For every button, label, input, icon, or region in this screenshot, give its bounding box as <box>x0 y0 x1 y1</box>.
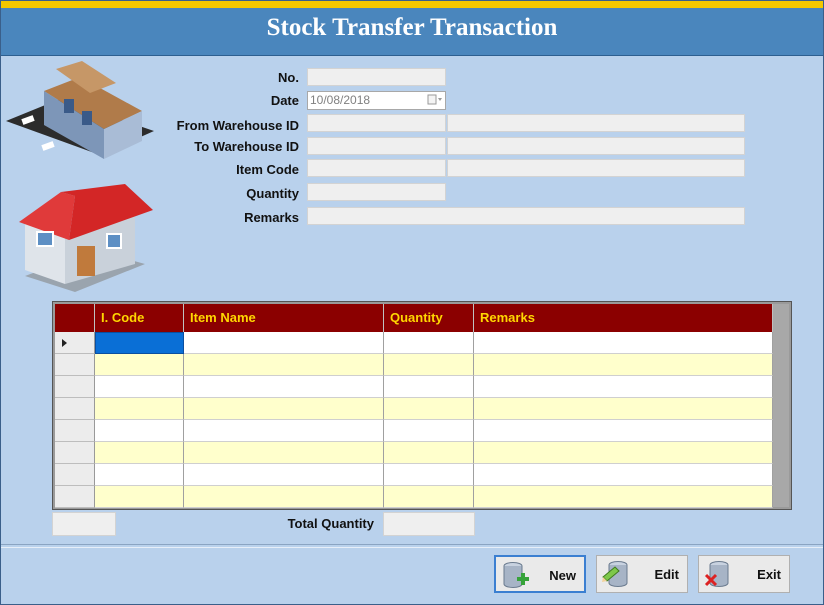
item-code-field[interactable] <box>307 159 446 177</box>
grid-cell[interactable] <box>184 354 384 376</box>
grid-cell[interactable] <box>184 398 384 420</box>
grid-cell[interactable] <box>384 332 474 354</box>
grid-cell[interactable] <box>95 332 184 354</box>
item-name-field[interactable] <box>447 159 745 177</box>
date-picker[interactable]: 10/08/2018 <box>307 91 446 110</box>
col-header-remarks[interactable]: Remarks <box>474 304 773 332</box>
window-title: Stock Transfer Transaction <box>266 14 558 41</box>
quantity-field[interactable] <box>307 183 446 201</box>
row-header[interactable] <box>55 376 95 398</box>
to-warehouse-label: To Warehouse ID <box>194 139 299 154</box>
title-bar: Stock Transfer Transaction <box>1 8 823 56</box>
database-add-icon <box>503 562 529 588</box>
grid-cell[interactable] <box>184 420 384 442</box>
item-code-label: Item Code <box>236 162 299 177</box>
row-header[interactable] <box>55 354 95 376</box>
from-warehouse-id-field[interactable] <box>307 114 446 132</box>
window: Stock Transfer Transaction No. Date From… <box>0 0 824 605</box>
grid-cell[interactable] <box>474 486 773 508</box>
grid-cell[interactable] <box>184 332 384 354</box>
grid-cell[interactable] <box>474 332 773 354</box>
grid-cell[interactable] <box>474 376 773 398</box>
grid-cell[interactable] <box>95 354 184 376</box>
edit-button-label: Edit <box>654 567 679 582</box>
edit-button[interactable]: Edit <box>596 555 688 593</box>
row-count-box <box>52 512 116 536</box>
no-label: No. <box>278 70 299 85</box>
exit-button-label: Exit <box>757 567 781 582</box>
from-warehouse-label: From Warehouse ID <box>176 118 299 133</box>
total-quantity-field <box>383 512 475 536</box>
no-field[interactable] <box>307 68 446 86</box>
to-warehouse-id-field[interactable] <box>307 137 446 155</box>
from-warehouse-name-field[interactable] <box>447 114 745 132</box>
warehouse-icon <box>6 61 154 159</box>
grid-cell[interactable] <box>474 442 773 464</box>
calendar-dropdown-icon[interactable] <box>427 94 443 106</box>
date-label: Date <box>270 93 299 108</box>
grid-cell[interactable] <box>95 486 184 508</box>
separator <box>1 544 823 548</box>
new-button-label: New <box>549 568 576 583</box>
grid-cell[interactable] <box>95 442 184 464</box>
grid-cell[interactable] <box>474 420 773 442</box>
row-header[interactable] <box>55 464 95 486</box>
row-header[interactable] <box>55 398 95 420</box>
col-header-icode[interactable]: I. Code <box>95 304 184 332</box>
row-header[interactable] <box>55 486 95 508</box>
grid-cell[interactable] <box>384 420 474 442</box>
grid-cell[interactable] <box>384 442 474 464</box>
remarks-field[interactable] <box>307 207 745 225</box>
grid-cell[interactable] <box>474 464 773 486</box>
exit-button[interactable]: Exit <box>698 555 790 593</box>
row-header[interactable] <box>55 332 95 354</box>
grid-cell[interactable] <box>184 376 384 398</box>
row-header[interactable] <box>55 420 95 442</box>
items-grid[interactable]: I. Code Item Name Quantity Remarks <box>52 301 792 510</box>
grid-cell[interactable] <box>184 442 384 464</box>
grid-cell[interactable] <box>384 398 474 420</box>
to-warehouse-name-field[interactable] <box>447 137 745 155</box>
grid-cell[interactable] <box>474 354 773 376</box>
grid-cell[interactable] <box>384 376 474 398</box>
database-delete-icon <box>704 561 729 587</box>
grid-cell[interactable] <box>474 398 773 420</box>
grid-cell[interactable] <box>95 420 184 442</box>
col-header-item-name[interactable]: Item Name <box>184 304 384 332</box>
grid-cell[interactable] <box>95 464 184 486</box>
grid-cell[interactable] <box>95 398 184 420</box>
grid-cell[interactable] <box>384 354 474 376</box>
database-edit-icon <box>602 561 628 587</box>
current-row-arrow-icon <box>62 339 67 347</box>
row-header[interactable] <box>55 442 95 464</box>
col-header-quantity[interactable]: Quantity <box>384 304 474 332</box>
house-icon <box>19 184 153 292</box>
top-accent-stripe <box>1 1 823 8</box>
grid-cell[interactable] <box>184 486 384 508</box>
grid-scroll-area[interactable] <box>773 304 789 507</box>
grid-cell[interactable] <box>184 464 384 486</box>
total-quantity-label: Total Quantity <box>287 516 374 531</box>
grid-cell[interactable] <box>384 464 474 486</box>
grid-cell[interactable] <box>95 376 184 398</box>
new-button[interactable]: New <box>494 555 586 593</box>
remarks-label: Remarks <box>244 210 299 225</box>
grid-corner-header <box>55 304 95 332</box>
quantity-label: Quantity <box>246 186 299 201</box>
date-value: 10/08/2018 <box>310 93 371 107</box>
grid-cell[interactable] <box>384 486 474 508</box>
